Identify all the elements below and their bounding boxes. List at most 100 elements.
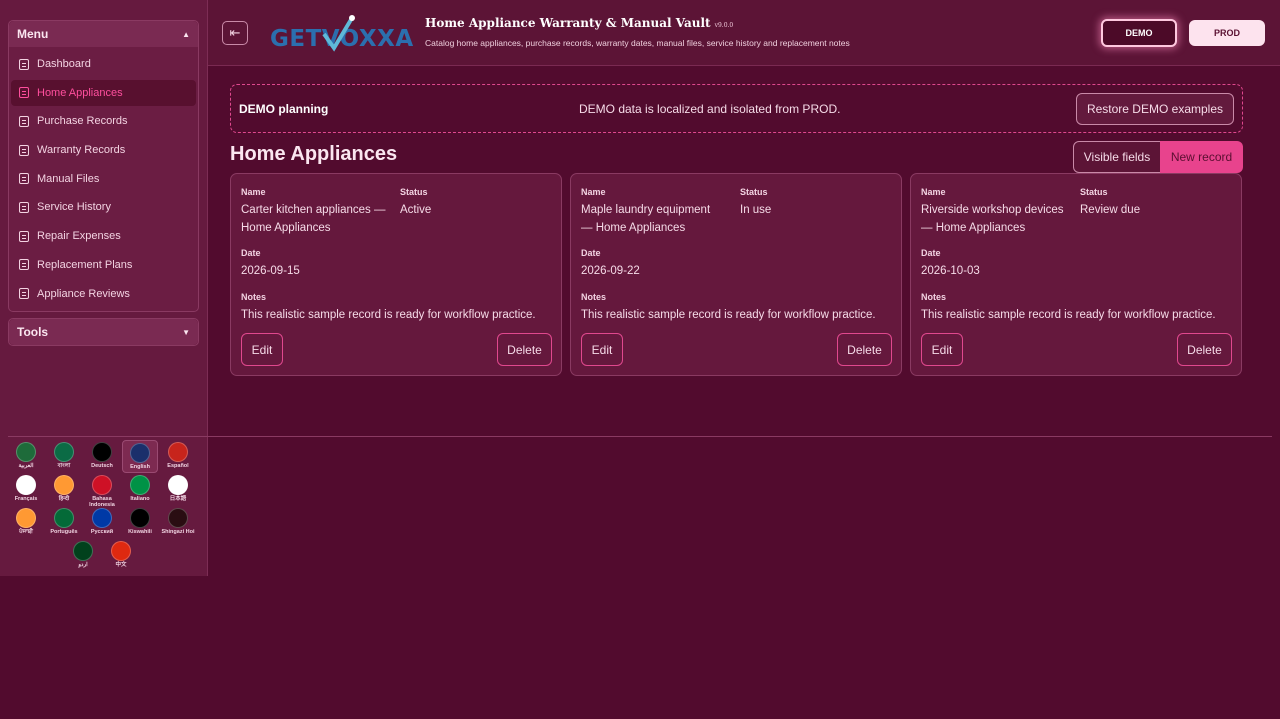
language-divider — [8, 436, 1272, 437]
language-name: Français — [14, 496, 38, 502]
sidebar-item-replacement-plans[interactable]: Replacement Plans — [11, 252, 196, 278]
edit-button[interactable]: Edit — [241, 333, 283, 366]
record-notes: This realistic sample record is ready fo… — [921, 309, 1216, 321]
list-icon — [19, 87, 29, 99]
banner-message: DEMO data is localized and isolated from… — [579, 101, 841, 116]
status-label: Status — [740, 187, 768, 197]
language-option[interactable]: Bahasa Indonesia — [84, 473, 120, 508]
tools-title: Tools — [17, 325, 49, 340]
record-name-line1: Carter kitchen appliances — — [241, 204, 386, 216]
record-name-line2: — Home Appliances — [921, 222, 1026, 234]
record-status: In use — [740, 204, 772, 216]
language-name: Português — [50, 529, 78, 535]
list-icon — [19, 259, 29, 271]
language-name: 日本語 — [169, 496, 187, 502]
language-name: Kiswahili — [128, 529, 152, 535]
edit-button[interactable]: Edit — [581, 333, 623, 366]
language-option[interactable]: বাংলা — [46, 440, 82, 469]
delete-button[interactable]: Delete — [1177, 333, 1232, 366]
delete-button[interactable]: Delete — [497, 333, 552, 366]
flag-icon — [168, 442, 188, 462]
record-card: Name Status Maple laundry equipment — Home … — [570, 173, 902, 376]
language-option[interactable]: اردو — [65, 539, 101, 568]
language-option[interactable]: Русский — [84, 506, 120, 535]
record-card: Name Status Riverside workshop devices — Ho… — [910, 173, 1242, 376]
app-title-text: Home Appliance Warranty & Manual Vault — [425, 16, 711, 30]
sidebar-item-label: Home Appliances — [37, 86, 123, 99]
list-icon — [19, 58, 29, 70]
language-option[interactable]: Español — [160, 440, 196, 469]
flag-icon — [16, 475, 36, 495]
app-title: Home Appliance Warranty & Manual Vault v9… — [425, 16, 733, 30]
record-name-line2: Home Appliances — [241, 222, 331, 234]
flag-icon — [92, 508, 112, 528]
language-option[interactable]: Kiswahili — [122, 506, 158, 535]
record-notes: This realistic sample record is ready fo… — [581, 309, 876, 321]
sidebar-item-label: Purchase Records — [37, 115, 128, 128]
language-option[interactable]: Deutsch — [84, 440, 120, 469]
collapse-left-icon: ⇤ — [229, 25, 241, 40]
sidebar-item-label: Repair Expenses — [37, 230, 121, 243]
collapse-sidebar-button[interactable]: ⇤ — [222, 21, 248, 45]
language-option[interactable]: Français — [8, 473, 44, 502]
status-label: Status — [1080, 187, 1108, 197]
env-demo-button[interactable]: DEMO — [1101, 19, 1177, 47]
flag-icon — [16, 442, 36, 462]
delete-button[interactable]: Delete — [837, 333, 892, 366]
menu-panel: Menu ▲ Dashboard Home Appliances Purchas… — [8, 20, 199, 313]
sidebar-item-purchase-records[interactable]: Purchase Records — [11, 108, 196, 134]
language-option[interactable]: English — [122, 440, 158, 473]
language-option[interactable]: Italiano — [122, 473, 158, 502]
flag-icon — [16, 508, 36, 528]
language-option[interactable]: العربية — [8, 440, 44, 469]
language-name: العربية — [18, 463, 34, 469]
sidebar-item-repair-expenses[interactable]: Repair Expenses — [11, 223, 196, 249]
sidebar-item-label: Manual Files — [37, 172, 100, 185]
language-option[interactable]: ਪੰਜਾਬੀ — [8, 506, 44, 535]
sidebar-item-warranty-records[interactable]: Warranty Records — [11, 137, 196, 163]
name-label: Name — [921, 187, 946, 197]
notes-label: Notes — [581, 292, 607, 302]
menu-title: Menu — [17, 27, 49, 41]
sidebar-item-home-appliances[interactable]: Home Appliances — [11, 79, 196, 106]
edit-button[interactable]: Edit — [921, 333, 963, 366]
language-option[interactable]: 中文 — [103, 539, 139, 568]
env-prod-button[interactable]: PROD — [1189, 20, 1265, 46]
visible-fields-button[interactable]: Visible fields — [1073, 141, 1161, 173]
notes-label: Notes — [921, 292, 947, 302]
flag-icon — [54, 442, 74, 462]
language-name: ਪੰਜਾਬੀ — [19, 529, 33, 535]
list-icon — [19, 115, 29, 127]
tools-header[interactable]: Tools ▼ — [9, 319, 198, 346]
language-option[interactable]: Português — [46, 506, 82, 535]
sidebar-item-appliance-reviews[interactable]: Appliance Reviews — [11, 281, 196, 307]
sidebar-item-service-history[interactable]: Service History — [11, 194, 196, 220]
language-name: English — [130, 464, 150, 470]
banner-title: DEMO planning — [239, 101, 329, 116]
new-record-button[interactable]: New record — [1160, 141, 1243, 173]
flag-icon — [92, 475, 112, 495]
sidebar-item-label: Dashboard — [37, 58, 91, 70]
menu-header[interactable]: Menu ▲ — [9, 21, 198, 47]
sidebar-item-manual-files[interactable]: Manual Files — [11, 166, 196, 192]
language-option[interactable]: 日本語 — [160, 473, 196, 502]
sidebar-item-dashboard[interactable]: Dashboard — [11, 51, 196, 77]
record-status: Review due — [1080, 204, 1141, 216]
record-date: 2026-09-22 — [581, 265, 640, 277]
menu-items: Dashboard Home Appliances Purchase Recor… — [9, 47, 198, 311]
language-option[interactable]: हिन्दी — [46, 473, 82, 502]
language-name: हिन्दी — [58, 496, 70, 502]
flag-icon — [73, 541, 93, 561]
app-version: v9.0.0 — [714, 22, 734, 29]
name-label: Name — [581, 187, 606, 197]
language-option[interactable]: Shingazi Hoi — [160, 506, 196, 535]
list-icon — [19, 230, 29, 242]
language-name: Deutsch — [91, 463, 113, 469]
restore-demo-button[interactable]: Restore DEMO examples — [1075, 92, 1234, 125]
date-label: Date — [581, 248, 601, 258]
chevron-down-icon: ▼ — [182, 327, 190, 337]
language-name: Español — [167, 463, 189, 469]
top-header: ⇤ GETVOXXA Home Appliance Warranty & Man… — [208, 0, 1280, 66]
flag-icon — [130, 443, 150, 463]
language-name: Русский — [90, 529, 114, 535]
